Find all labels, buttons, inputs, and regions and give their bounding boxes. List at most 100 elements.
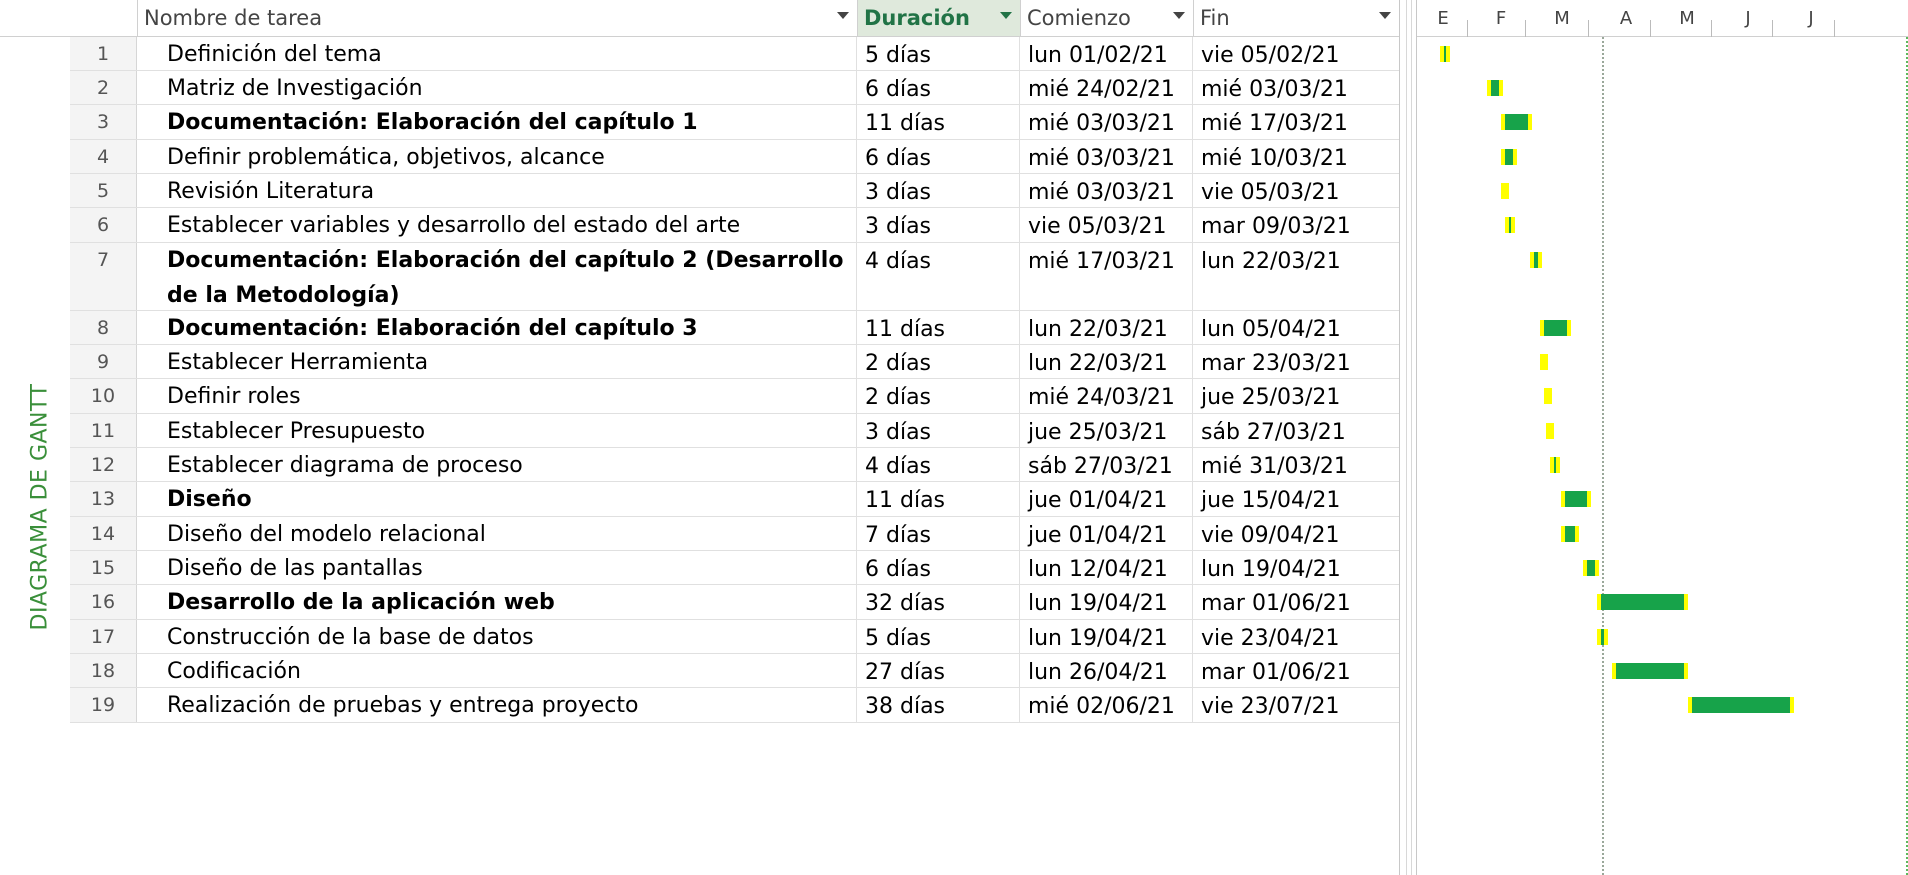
column-header-name[interactable]: Nombre de tarea <box>137 0 857 37</box>
pane-splitter[interactable] <box>1399 0 1417 875</box>
task-end-cell[interactable]: lun 22/03/21 <box>1193 243 1399 310</box>
table-row[interactable]: 2 Matriz de Investigación 6 días mié 24/02/… <box>70 71 1399 105</box>
gantt-bar[interactable] <box>1501 183 1509 199</box>
gantt-bar[interactable] <box>1561 491 1591 507</box>
task-duration-cell[interactable]: 2 días <box>857 379 1020 413</box>
table-row[interactable]: 19 Realización de pruebas y entrega proye… <box>70 688 1399 723</box>
task-duration-cell[interactable]: 2 días <box>857 345 1020 378</box>
task-start-cell[interactable]: sáb 27/03/21 <box>1020 448 1193 481</box>
gantt-bar[interactable] <box>1501 114 1532 130</box>
task-name-cell[interactable]: Diseño de las pantallas <box>137 551 857 584</box>
task-name-cell[interactable]: Definir problemática, objetivos, alcance <box>137 140 857 173</box>
row-id[interactable]: 6 <box>70 208 137 242</box>
task-end-cell[interactable]: jue 25/03/21 <box>1193 379 1399 413</box>
column-header-end[interactable]: Fin <box>1193 0 1399 37</box>
table-row[interactable]: 1 Definición del tema 5 días lun 01/02/21 vi… <box>70 37 1399 71</box>
row-id[interactable]: 12 <box>70 448 137 481</box>
task-duration-cell[interactable]: 4 días <box>857 448 1020 481</box>
task-duration-cell[interactable]: 5 días <box>857 37 1020 70</box>
task-name-cell[interactable]: Realización de pruebas y entrega proyect… <box>137 688 857 722</box>
task-end-cell[interactable]: vie 09/04/21 <box>1193 517 1399 550</box>
task-name-cell[interactable]: Revisión Literatura <box>137 174 857 207</box>
task-name-cell[interactable]: Establecer Presupuesto <box>137 414 857 447</box>
gantt-bar[interactable] <box>1501 149 1517 165</box>
gantt-bar[interactable] <box>1550 457 1560 473</box>
task-name-cell[interactable]: Construcción de la base de datos <box>137 620 857 653</box>
table-row[interactable]: 3 Documentación: Elaboración del capítulo… <box>70 105 1399 140</box>
table-row[interactable]: 10 Definir roles 2 días mié 24/03/21 jue 25/… <box>70 379 1399 414</box>
task-start-cell[interactable]: mié 02/06/21 <box>1020 688 1193 722</box>
task-name-cell[interactable]: Establecer Herramienta <box>137 345 857 378</box>
task-end-cell[interactable]: vie 05/02/21 <box>1193 37 1399 70</box>
row-id[interactable]: 14 <box>70 517 137 550</box>
task-end-cell[interactable]: mar 01/06/21 <box>1193 585 1399 619</box>
table-row[interactable]: 14 Diseño del modelo relacional 7 días jue … <box>70 517 1399 551</box>
task-start-cell[interactable]: mié 17/03/21 <box>1020 243 1193 310</box>
chevron-down-icon[interactable] <box>1173 12 1185 19</box>
table-row[interactable]: 17 Construcción de la base de datos 5 días… <box>70 620 1399 654</box>
task-name-cell[interactable]: Desarrollo de la aplicación web <box>137 585 857 619</box>
gantt-bar[interactable] <box>1505 217 1515 233</box>
table-row[interactable]: 18 Codificación 27 días lun 26/04/21 mar 01/… <box>70 654 1399 688</box>
task-end-cell[interactable]: vie 23/07/21 <box>1193 688 1399 722</box>
chevron-down-icon[interactable] <box>837 12 849 19</box>
task-start-cell[interactable]: mié 24/02/21 <box>1020 71 1193 104</box>
task-start-cell[interactable]: lun 12/04/21 <box>1020 551 1193 584</box>
task-start-cell[interactable]: lun 26/04/21 <box>1020 654 1193 687</box>
task-duration-cell[interactable]: 11 días <box>857 482 1020 516</box>
chevron-down-icon[interactable] <box>1000 12 1012 19</box>
row-id[interactable]: 5 <box>70 174 137 207</box>
task-end-cell[interactable]: mié 31/03/21 <box>1193 448 1399 481</box>
gantt-bar[interactable] <box>1530 252 1542 268</box>
column-header-duration[interactable]: Duración <box>857 0 1020 37</box>
table-row[interactable]: 13 Diseño 11 días jue 01/04/21 jue 15/04/21 <box>70 482 1399 517</box>
task-duration-cell[interactable]: 11 días <box>857 311 1020 344</box>
task-end-cell[interactable]: mié 03/03/21 <box>1193 71 1399 104</box>
table-row[interactable]: 11 Establecer Presupuesto 3 días jue 25/03/… <box>70 414 1399 448</box>
task-end-cell[interactable]: mar 23/03/21 <box>1193 345 1399 378</box>
task-name-cell[interactable]: Definir roles <box>137 379 857 413</box>
task-duration-cell[interactable]: 38 días <box>857 688 1020 722</box>
task-duration-cell[interactable]: 6 días <box>857 140 1020 173</box>
table-row[interactable]: 12 Establecer diagrama de proceso 4 días sá… <box>70 448 1399 482</box>
gantt-bar[interactable] <box>1561 526 1579 542</box>
row-id[interactable]: 4 <box>70 140 137 173</box>
table-row[interactable]: 8 Documentación: Elaboración del capítulo… <box>70 311 1399 345</box>
task-start-cell[interactable]: mié 03/03/21 <box>1020 140 1193 173</box>
gantt-bar[interactable] <box>1597 629 1608 645</box>
task-start-cell[interactable]: lun 22/03/21 <box>1020 311 1193 344</box>
gantt-bar[interactable] <box>1487 80 1503 96</box>
task-name-cell[interactable]: Codificación <box>137 654 857 687</box>
table-row[interactable]: 7 Documentación: Elaboración del capítulo… <box>70 243 1399 311</box>
row-id[interactable]: 11 <box>70 414 137 447</box>
task-start-cell[interactable]: lun 22/03/21 <box>1020 345 1193 378</box>
task-end-cell[interactable]: lun 05/04/21 <box>1193 311 1399 344</box>
row-id[interactable]: 3 <box>70 105 137 139</box>
task-duration-cell[interactable]: 5 días <box>857 620 1020 653</box>
task-name-cell[interactable]: Diseño del modelo relacional <box>137 517 857 550</box>
gantt-bar[interactable] <box>1597 594 1688 610</box>
task-end-cell[interactable]: vie 05/03/21 <box>1193 174 1399 207</box>
row-id[interactable]: 15 <box>70 551 137 584</box>
column-header-start[interactable]: Comienzo <box>1020 0 1193 37</box>
task-name-cell[interactable]: Matriz de Investigación <box>137 71 857 104</box>
table-row[interactable]: 9 Establecer Herramienta 2 días lun 22/03/2… <box>70 345 1399 379</box>
task-name-cell[interactable]: Establecer diagrama de proceso <box>137 448 857 481</box>
gantt-bar[interactable] <box>1540 320 1571 336</box>
row-id[interactable]: 1 <box>70 37 137 70</box>
task-start-cell[interactable]: lun 19/04/21 <box>1020 585 1193 619</box>
row-id[interactable]: 8 <box>70 311 137 344</box>
task-start-cell[interactable]: mié 03/03/21 <box>1020 174 1193 207</box>
row-id[interactable]: 16 <box>70 585 137 619</box>
task-name-cell[interactable]: Documentación: Elaboración del capítulo … <box>137 311 857 344</box>
task-duration-cell[interactable]: 4 días <box>857 243 1020 310</box>
row-id[interactable]: 17 <box>70 620 137 653</box>
gantt-bar[interactable] <box>1688 697 1794 713</box>
row-id[interactable]: 10 <box>70 379 137 413</box>
task-duration-cell[interactable]: 6 días <box>857 71 1020 104</box>
task-end-cell[interactable]: vie 23/04/21 <box>1193 620 1399 653</box>
gantt-bar[interactable] <box>1612 663 1688 679</box>
task-name-cell[interactable]: Establecer variables y desarrollo del es… <box>137 208 857 242</box>
table-row[interactable]: 15 Diseño de las pantallas 6 días lun 12/04… <box>70 551 1399 585</box>
task-end-cell[interactable]: sáb 27/03/21 <box>1193 414 1399 447</box>
